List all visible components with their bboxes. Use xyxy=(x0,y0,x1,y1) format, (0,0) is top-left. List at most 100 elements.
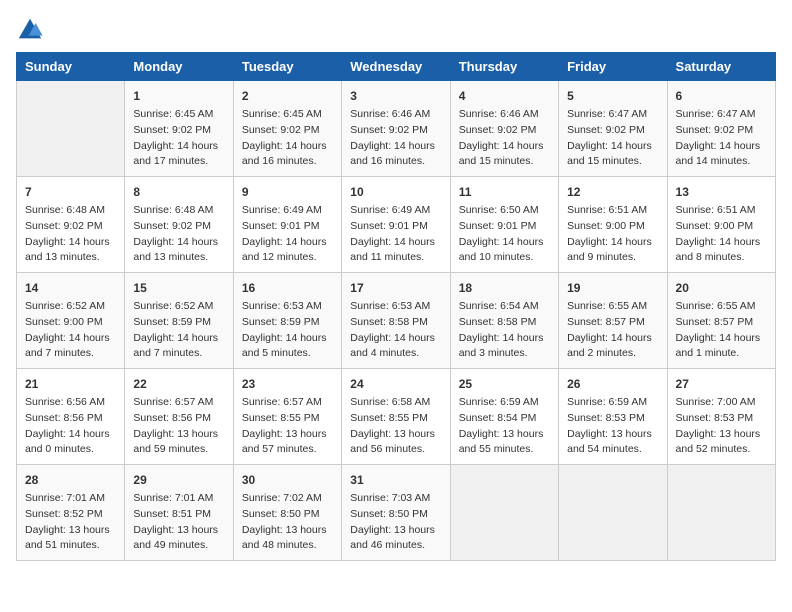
calendar-cell xyxy=(667,465,775,561)
calendar-cell: 11Sunrise: 6:50 AM Sunset: 9:01 PM Dayli… xyxy=(450,177,558,273)
calendar-cell: 10 Sunrise: 6:49 AM Sunset: 9:01 PM Dayli… xyxy=(342,177,450,273)
calendar-table: SundayMondayTuesdayWednesdayThursdayFrid… xyxy=(16,52,776,561)
calendar-cell: 24 Sunrise: 6:58 AM Sunset: 8:55 PM Dayli… xyxy=(342,369,450,465)
calendar-cell: 26 Sunrise: 6:59 AM Sunset: 8:53 PM Dayli… xyxy=(559,369,667,465)
calendar-cell: 16Sunrise: 6:53 AM Sunset: 8:59 PM Dayli… xyxy=(233,273,341,369)
calendar-cell: 25 Sunrise: 6:59 AM Sunset: 8:54 PM Dayli… xyxy=(450,369,558,465)
day-number: 16 xyxy=(242,279,333,297)
day-number: 29 xyxy=(133,471,224,489)
calendar-week-row: 21Sunrise: 6:56 AM Sunset: 8:56 PM Dayli… xyxy=(17,369,776,465)
calendar-cell: 3 Sunrise: 6:46 AM Sunset: 9:02 PM Daylig… xyxy=(342,81,450,177)
day-number: 5 xyxy=(567,87,658,105)
page-header xyxy=(16,16,776,44)
day-info: Sunrise: 6:52 AM Sunset: 8:59 PM Dayligh… xyxy=(133,299,224,362)
day-number: 14 xyxy=(25,279,116,297)
day-info: Sunrise: 6:49 AM Sunset: 9:01 PM Dayligh… xyxy=(242,203,333,266)
calendar-cell: 22 Sunrise: 6:57 AM Sunset: 8:56 PM Dayli… xyxy=(125,369,233,465)
calendar-cell: 7 Sunrise: 6:48 AM Sunset: 9:02 PM Daylig… xyxy=(17,177,125,273)
day-number: 6 xyxy=(676,87,767,105)
day-number: 15 xyxy=(133,279,224,297)
calendar-week-row: 7 Sunrise: 6:48 AM Sunset: 9:02 PM Daylig… xyxy=(17,177,776,273)
day-number: 28 xyxy=(25,471,116,489)
day-number: 22 xyxy=(133,375,224,393)
day-info: Sunrise: 7:02 AM Sunset: 8:50 PM Dayligh… xyxy=(242,491,333,554)
calendar-cell: 31Sunrise: 7:03 AM Sunset: 8:50 PM Dayli… xyxy=(342,465,450,561)
day-number: 24 xyxy=(350,375,441,393)
calendar-week-row: 14Sunrise: 6:52 AM Sunset: 9:00 PM Dayli… xyxy=(17,273,776,369)
day-number: 17 xyxy=(350,279,441,297)
calendar-cell: 12 Sunrise: 6:51 AM Sunset: 9:00 PM Dayli… xyxy=(559,177,667,273)
calendar-cell: 9Sunrise: 6:49 AM Sunset: 9:01 PM Daylig… xyxy=(233,177,341,273)
day-info: Sunrise: 6:47 AM Sunset: 9:02 PM Dayligh… xyxy=(676,107,767,170)
day-info: Sunrise: 6:59 AM Sunset: 8:53 PM Dayligh… xyxy=(567,395,658,458)
day-info: Sunrise: 6:45 AM Sunset: 9:02 PM Dayligh… xyxy=(242,107,333,170)
calendar-cell xyxy=(559,465,667,561)
day-info: Sunrise: 6:46 AM Sunset: 9:02 PM Dayligh… xyxy=(350,107,441,170)
day-info: Sunrise: 7:00 AM Sunset: 8:53 PM Dayligh… xyxy=(676,395,767,458)
calendar-cell: 29 Sunrise: 7:01 AM Sunset: 8:51 PM Dayli… xyxy=(125,465,233,561)
day-info: Sunrise: 6:48 AM Sunset: 9:02 PM Dayligh… xyxy=(25,203,116,266)
calendar-cell xyxy=(17,81,125,177)
calendar-cell: 27 Sunrise: 7:00 AM Sunset: 8:53 PM Dayli… xyxy=(667,369,775,465)
calendar-cell: 15 Sunrise: 6:52 AM Sunset: 8:59 PM Dayli… xyxy=(125,273,233,369)
day-info: Sunrise: 6:54 AM Sunset: 8:58 PM Dayligh… xyxy=(459,299,550,362)
day-number: 2 xyxy=(242,87,333,105)
day-number: 30 xyxy=(242,471,333,489)
day-number: 13 xyxy=(676,183,767,201)
day-number: 21 xyxy=(25,375,116,393)
day-number: 19 xyxy=(567,279,658,297)
day-info: Sunrise: 6:45 AM Sunset: 9:02 PM Dayligh… xyxy=(133,107,224,170)
day-number: 20 xyxy=(676,279,767,297)
day-number: 26 xyxy=(567,375,658,393)
logo xyxy=(16,16,48,44)
calendar-cell: 17 Sunrise: 6:53 AM Sunset: 8:58 PM Dayli… xyxy=(342,273,450,369)
day-info: Sunrise: 6:49 AM Sunset: 9:01 PM Dayligh… xyxy=(350,203,441,266)
day-number: 7 xyxy=(25,183,116,201)
day-info: Sunrise: 6:51 AM Sunset: 9:00 PM Dayligh… xyxy=(567,203,658,266)
calendar-cell: 5 Sunrise: 6:47 AM Sunset: 9:02 PM Daylig… xyxy=(559,81,667,177)
calendar-header-row: SundayMondayTuesdayWednesdayThursdayFrid… xyxy=(17,53,776,81)
calendar-cell: 13 Sunrise: 6:51 AM Sunset: 9:00 PM Dayli… xyxy=(667,177,775,273)
calendar-week-row: 1 Sunrise: 6:45 AM Sunset: 9:02 PM Daylig… xyxy=(17,81,776,177)
day-info: Sunrise: 6:47 AM Sunset: 9:02 PM Dayligh… xyxy=(567,107,658,170)
logo-icon xyxy=(16,16,44,44)
day-number: 3 xyxy=(350,87,441,105)
calendar-cell: 4Sunrise: 6:46 AM Sunset: 9:02 PM Daylig… xyxy=(450,81,558,177)
day-info: Sunrise: 6:58 AM Sunset: 8:55 PM Dayligh… xyxy=(350,395,441,458)
day-number: 25 xyxy=(459,375,550,393)
calendar-cell: 28 Sunrise: 7:01 AM Sunset: 8:52 PM Dayli… xyxy=(17,465,125,561)
day-info: Sunrise: 6:46 AM Sunset: 9:02 PM Dayligh… xyxy=(459,107,550,170)
day-number: 27 xyxy=(676,375,767,393)
calendar-cell: 14Sunrise: 6:52 AM Sunset: 9:00 PM Dayli… xyxy=(17,273,125,369)
day-number: 1 xyxy=(133,87,224,105)
day-number: 8 xyxy=(133,183,224,201)
calendar-week-row: 28 Sunrise: 7:01 AM Sunset: 8:52 PM Dayli… xyxy=(17,465,776,561)
calendar-cell: 2 Sunrise: 6:45 AM Sunset: 9:02 PM Daylig… xyxy=(233,81,341,177)
day-info: Sunrise: 6:50 AM Sunset: 9:01 PM Dayligh… xyxy=(459,203,550,266)
calendar-cell: 23 Sunrise: 6:57 AM Sunset: 8:55 PM Dayli… xyxy=(233,369,341,465)
day-number: 10 xyxy=(350,183,441,201)
calendar-cell: 6 Sunrise: 6:47 AM Sunset: 9:02 PM Daylig… xyxy=(667,81,775,177)
calendar-cell: 1 Sunrise: 6:45 AM Sunset: 9:02 PM Daylig… xyxy=(125,81,233,177)
column-header-wednesday: Wednesday xyxy=(342,53,450,81)
day-number: 18 xyxy=(459,279,550,297)
calendar-cell: 21Sunrise: 6:56 AM Sunset: 8:56 PM Dayli… xyxy=(17,369,125,465)
day-info: Sunrise: 7:01 AM Sunset: 8:51 PM Dayligh… xyxy=(133,491,224,554)
day-info: Sunrise: 6:57 AM Sunset: 8:56 PM Dayligh… xyxy=(133,395,224,458)
day-info: Sunrise: 6:51 AM Sunset: 9:00 PM Dayligh… xyxy=(676,203,767,266)
day-info: Sunrise: 6:53 AM Sunset: 8:58 PM Dayligh… xyxy=(350,299,441,362)
day-number: 23 xyxy=(242,375,333,393)
day-info: Sunrise: 6:57 AM Sunset: 8:55 PM Dayligh… xyxy=(242,395,333,458)
day-number: 31 xyxy=(350,471,441,489)
column-header-monday: Monday xyxy=(125,53,233,81)
calendar-cell: 30 Sunrise: 7:02 AM Sunset: 8:50 PM Dayli… xyxy=(233,465,341,561)
day-number: 12 xyxy=(567,183,658,201)
column-header-tuesday: Tuesday xyxy=(233,53,341,81)
column-header-thursday: Thursday xyxy=(450,53,558,81)
day-info: Sunrise: 6:59 AM Sunset: 8:54 PM Dayligh… xyxy=(459,395,550,458)
day-info: Sunrise: 7:01 AM Sunset: 8:52 PM Dayligh… xyxy=(25,491,116,554)
calendar-cell xyxy=(450,465,558,561)
calendar-cell: 8Sunrise: 6:48 AM Sunset: 9:02 PM Daylig… xyxy=(125,177,233,273)
column-header-saturday: Saturday xyxy=(667,53,775,81)
calendar-cell: 20Sunrise: 6:55 AM Sunset: 8:57 PM Dayli… xyxy=(667,273,775,369)
